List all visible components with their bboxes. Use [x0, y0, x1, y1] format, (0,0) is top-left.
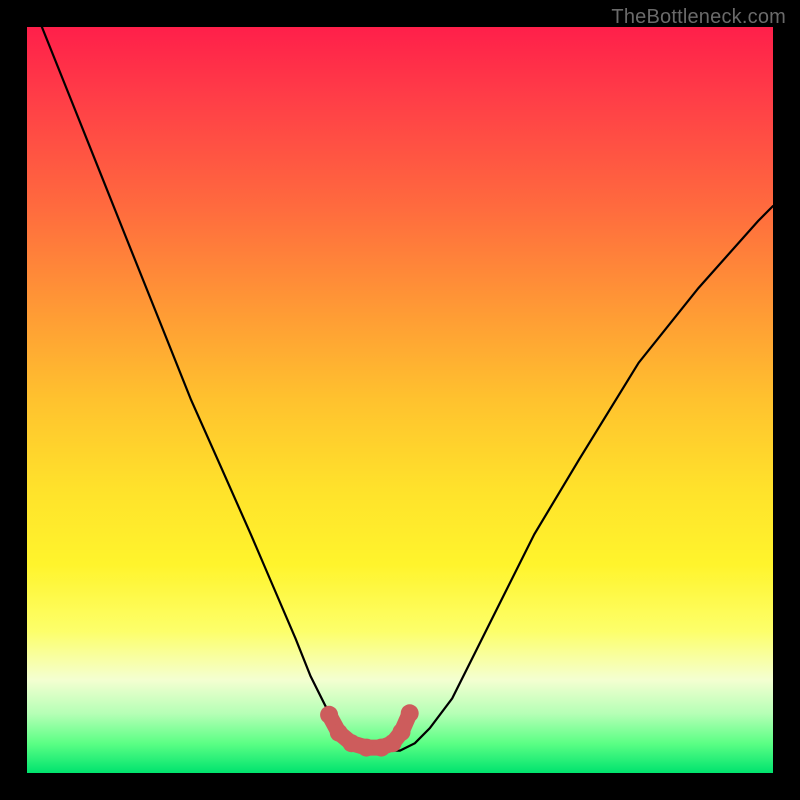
- optimum-point: [320, 706, 338, 724]
- chart-svg: [27, 27, 773, 773]
- plot-area: [27, 27, 773, 773]
- optimum-point: [401, 704, 419, 722]
- bottleneck-curve: [42, 27, 773, 751]
- optimum-point: [393, 723, 411, 741]
- chart-frame: TheBottleneck.com: [0, 0, 800, 800]
- watermark-text: TheBottleneck.com: [611, 6, 786, 29]
